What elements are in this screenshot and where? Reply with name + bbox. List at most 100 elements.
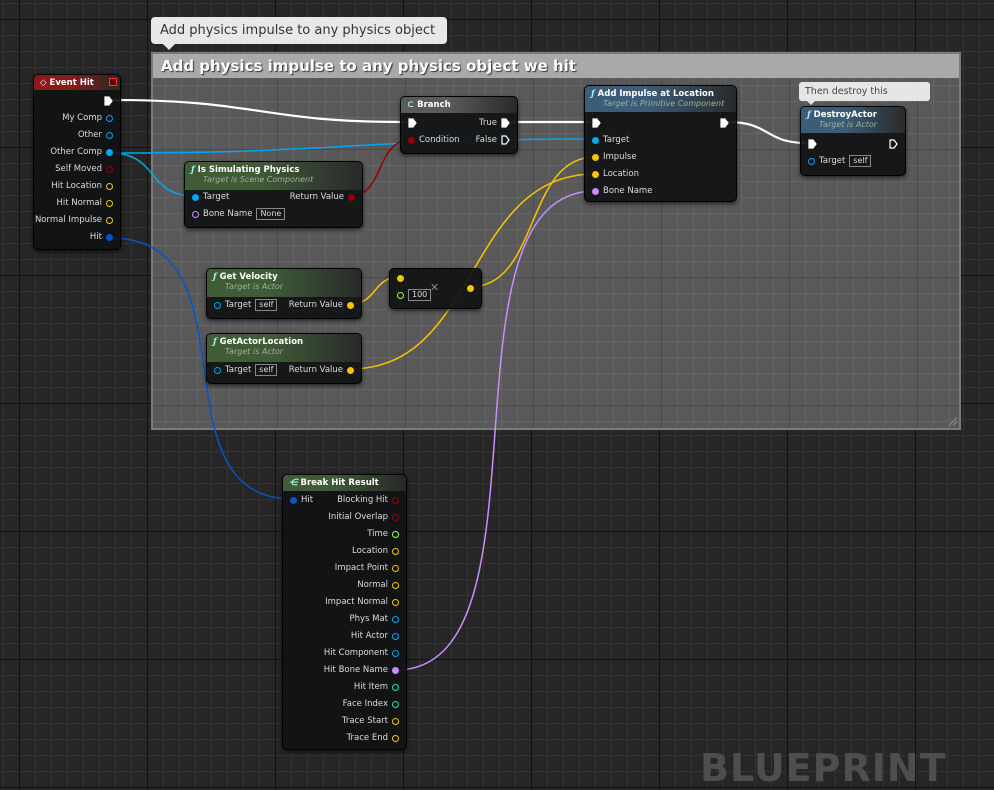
pin-condition-in[interactable]: Condition <box>408 134 460 146</box>
object-pin-icon[interactable] <box>192 193 199 201</box>
pin-return-value-out[interactable]: Return Value <box>289 364 354 376</box>
pin-other-out[interactable]: Other <box>78 129 113 141</box>
vector-pin-icon[interactable] <box>106 216 113 224</box>
wire-bonename-to-impulse[interactable] <box>395 190 596 671</box>
pin-exec-out[interactable] <box>104 95 113 107</box>
pin-false-out[interactable]: False <box>476 134 510 146</box>
pin-default-input[interactable]: 100 <box>408 289 432 301</box>
pin-hit-out[interactable]: Hit <box>90 231 113 243</box>
pin-hit-normal-out[interactable]: Hit Normal <box>56 197 113 209</box>
vector-pin-icon[interactable] <box>106 182 113 190</box>
pin-default-input[interactable]: self <box>849 155 872 167</box>
pin-true-out[interactable]: True <box>479 117 510 129</box>
pin-target-in[interactable]: Target self <box>808 155 872 167</box>
name-pin-icon[interactable] <box>192 210 199 218</box>
pin-exec-out[interactable] <box>720 117 729 129</box>
pin-phys-mat-out[interactable]: Phys Mat <box>349 613 399 625</box>
node-header[interactable]: ⊂ Branch <box>401 97 517 113</box>
node-is-simulating-physics[interactable]: ƒ Is Simulating Physics Target is Scene Co… <box>184 161 363 228</box>
struct-pin-icon[interactable] <box>290 496 297 504</box>
node-get-actor-location[interactable]: ƒ GetActorLocation Target is Actor Target se… <box>206 333 362 384</box>
vector-pin-icon[interactable] <box>592 170 599 178</box>
node-break-hit-result[interactable]: ⋲ Break Hit Result Hit Blocking Hit Initial … <box>282 474 407 750</box>
pin-default-input[interactable]: None <box>256 208 286 220</box>
node-destroy-actor[interactable]: ƒ DestroyActor Target is Actor Target self <box>800 106 906 176</box>
pin-normal-impulse-out[interactable]: Normal Impulse <box>35 214 113 226</box>
node-multiply[interactable]: ✕ 100 <box>389 268 482 309</box>
vector-pin-icon[interactable] <box>392 734 399 742</box>
node-header[interactable]: ƒ DestroyActor Target is Actor <box>801 107 905 133</box>
exec-pin-icon[interactable] <box>501 118 510 128</box>
pin-target-in[interactable]: Target <box>592 134 629 146</box>
pin-face-index-out[interactable]: Face Index <box>343 698 399 710</box>
wire-exec-event-to-branch[interactable] <box>111 98 406 124</box>
exec-pin-icon[interactable] <box>592 118 601 128</box>
pin-normal-out[interactable]: Normal <box>357 579 399 591</box>
pin-trace-start-out[interactable]: Trace Start <box>342 715 399 727</box>
exec-pin-icon[interactable] <box>104 96 113 106</box>
pin-time-out[interactable]: Time <box>367 528 399 540</box>
exec-pin-icon[interactable] <box>720 118 729 128</box>
bool-pin-icon[interactable] <box>348 193 355 201</box>
vector-pin-icon[interactable] <box>592 153 599 161</box>
object-pin-icon[interactable] <box>106 114 113 122</box>
pin-target-in[interactable]: Target <box>192 191 229 203</box>
object-pin-icon[interactable] <box>808 157 815 165</box>
vector-pin-icon[interactable] <box>392 564 399 572</box>
vector-pin-icon[interactable] <box>106 199 113 207</box>
pin-trace-end-out[interactable]: Trace End <box>347 732 399 744</box>
pin-self-moved-out[interactable]: Self Moved <box>55 163 113 175</box>
pin-return-value-out[interactable]: Return Value <box>289 299 354 311</box>
pin-default-input[interactable]: self <box>255 364 278 376</box>
pin-initial-overlap-out[interactable]: Initial Overlap <box>328 511 399 523</box>
node-header[interactable]: ƒ Get Velocity Target is Actor <box>207 269 361 297</box>
pin-hit-item-out[interactable]: Hit Item <box>354 681 399 693</box>
float-pin-icon[interactable] <box>397 291 404 299</box>
object-pin-icon[interactable] <box>592 136 599 144</box>
node-header[interactable]: ◇ Event Hit <box>34 75 120 90</box>
wire-multiply-to-impulse[interactable] <box>469 156 596 288</box>
event-delegate-icon[interactable] <box>109 78 117 86</box>
bool-pin-icon[interactable] <box>392 513 399 521</box>
object-pin-icon[interactable] <box>392 632 399 640</box>
vector-pin-icon[interactable] <box>392 581 399 589</box>
vector-pin-icon[interactable] <box>397 274 404 282</box>
name-pin-icon[interactable] <box>392 666 399 674</box>
pin-exec-out[interactable] <box>889 138 898 150</box>
pin-blocking-hit-out[interactable]: Blocking Hit <box>337 494 399 506</box>
wire-othercomp-to-issim-target[interactable] <box>109 152 196 197</box>
float-pin-icon[interactable] <box>392 530 399 538</box>
pin-exec-in[interactable] <box>408 117 417 129</box>
pin-vector-in[interactable] <box>397 272 404 284</box>
pin-location-in[interactable]: Location <box>592 168 639 180</box>
bool-pin-icon[interactable] <box>408 136 415 144</box>
pin-exec-in[interactable] <box>808 138 817 150</box>
pin-impulse-in[interactable]: Impulse <box>592 151 637 163</box>
pin-float-in[interactable]: 100 <box>397 289 432 301</box>
pin-hit-component-out[interactable]: Hit Component <box>324 647 399 659</box>
pin-my-comp-out[interactable]: My Comp <box>62 112 113 124</box>
object-pin-icon[interactable] <box>392 649 399 657</box>
pin-vector-out[interactable] <box>467 283 474 295</box>
bool-pin-icon[interactable] <box>106 165 113 173</box>
object-pin-icon[interactable] <box>106 148 113 156</box>
pin-exec-in[interactable] <box>592 117 601 129</box>
node-header[interactable]: ƒ Is Simulating Physics Target is Scene Co… <box>185 162 362 190</box>
pin-default-input[interactable]: self <box>255 299 278 311</box>
pin-return-value-out[interactable]: Return Value <box>290 191 355 203</box>
bool-pin-icon[interactable] <box>392 496 399 504</box>
node-event-hit[interactable]: ◇ Event Hit My Comp Other Other Comp Self Mov… <box>33 74 121 250</box>
pin-impact-point-out[interactable]: Impact Point <box>335 562 399 574</box>
pin-impact-normal-out[interactable]: Impact Normal <box>325 596 399 608</box>
pin-location-out[interactable]: Location <box>352 545 399 557</box>
exec-pin-icon[interactable] <box>408 118 417 128</box>
exec-pin-icon[interactable] <box>889 139 898 149</box>
vector-pin-icon[interactable] <box>347 366 354 374</box>
node-header[interactable]: ƒ GetActorLocation Target is Actor <box>207 334 361 362</box>
node-header[interactable]: ƒ Add Impulse at Location Target is Primit… <box>585 86 736 112</box>
vector-pin-icon[interactable] <box>467 285 474 292</box>
vector-pin-icon[interactable] <box>392 598 399 606</box>
wire-exec-impulse-to-destroy[interactable] <box>727 120 807 145</box>
pin-bone-name-in[interactable]: Bone Name <box>592 185 652 197</box>
wire-othercomp-to-impulse-target[interactable] <box>109 138 596 154</box>
